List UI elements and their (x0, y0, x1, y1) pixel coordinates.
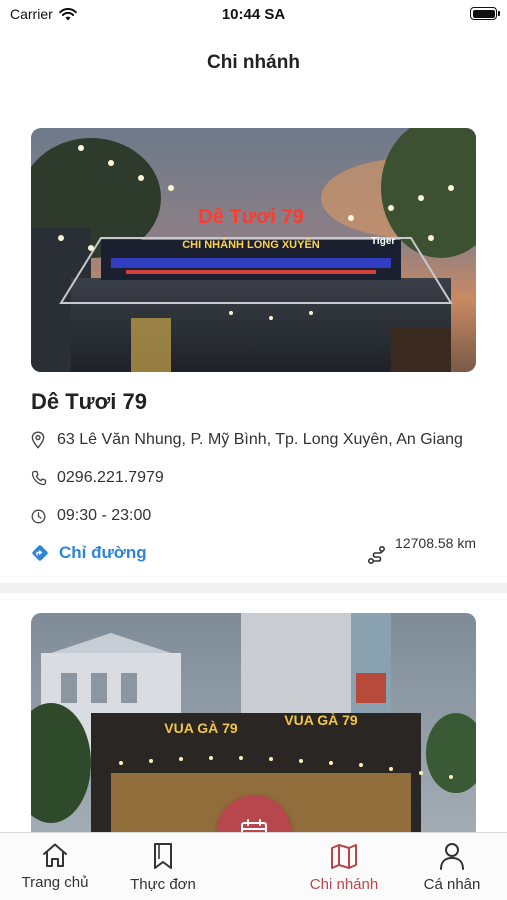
tab-label: Thực đơn (130, 876, 196, 893)
clock-icon (31, 509, 46, 523)
sign-subtitle: CHI NHÁNH LONG XUYÊN (182, 238, 320, 251)
sign-title: VUA GÀ 79 (164, 720, 238, 736)
tab-profile[interactable]: Cá nhân (402, 833, 502, 900)
phone-row[interactable]: 0296.221.7979 (31, 465, 476, 491)
branch-hours: 09:30 - 23:00 (57, 507, 152, 524)
person-icon (440, 843, 464, 870)
sign-title: Dê Tươi 79 (198, 206, 303, 228)
branch-card[interactable]: Dê Tươi 79 CHI NHÁNH LONG XUYÊN Tiger Dê… (0, 108, 507, 593)
branch-phone[interactable]: 0296.221.7979 (57, 465, 476, 491)
tab-bar: Trang chủ Thực đơn Chi nhánh Cá nhân (0, 832, 507, 900)
directions-icon (32, 545, 48, 561)
directions-button[interactable]: Chỉ đường (31, 543, 147, 563)
branch-address: 63 Lê Văn Nhung, P. Mỹ Bình, Tp. Long Xu… (57, 431, 463, 448)
clock: 10:44 SA (221, 6, 286, 23)
tab-branches[interactable]: Chi nhánh (294, 833, 394, 900)
tab-home[interactable]: Trang chủ (5, 833, 105, 900)
battery-icon (470, 7, 500, 20)
branch-photo: Dê Tươi 79 CHI NHÁNH LONG XUYÊN Tiger (31, 128, 476, 372)
tab-label: Chi nhánh (309, 876, 379, 893)
branch-list[interactable]: Dê Tươi 79 CHI NHÁNH LONG XUYÊN Tiger Dê… (0, 108, 507, 836)
phone-icon (31, 470, 47, 486)
bookmark-icon (154, 843, 172, 869)
branch-name: Dê Tươi 79 (31, 389, 147, 414)
location-pin-icon (31, 431, 45, 449)
tab-menu[interactable]: Thực đơn (113, 833, 213, 900)
divider (0, 583, 507, 593)
card-actions: Chỉ đường 12708.58 km (31, 535, 476, 571)
tab-label: Trang chủ (21, 874, 89, 891)
hours-row: 09:30 - 23:00 (31, 503, 476, 529)
sign-title-2: VUA GÀ 79 (284, 712, 358, 728)
route-icon (368, 545, 386, 565)
distance-value: 12708.58 km (395, 535, 476, 551)
distance: 12708.58 km (367, 535, 476, 565)
address-row: 63 Lê Văn Nhung, P. Mỹ Bình, Tp. Long Xu… (31, 427, 476, 453)
status-bar: Carrier 10:44 SA (0, 0, 507, 28)
sign-brand: Tiger (371, 236, 395, 247)
map-icon (331, 844, 357, 869)
home-icon (43, 843, 67, 867)
directions-label[interactable]: Chỉ đường (59, 543, 147, 563)
page-title: Chi nhánh (207, 52, 300, 73)
tab-label: Cá nhân (423, 876, 481, 893)
